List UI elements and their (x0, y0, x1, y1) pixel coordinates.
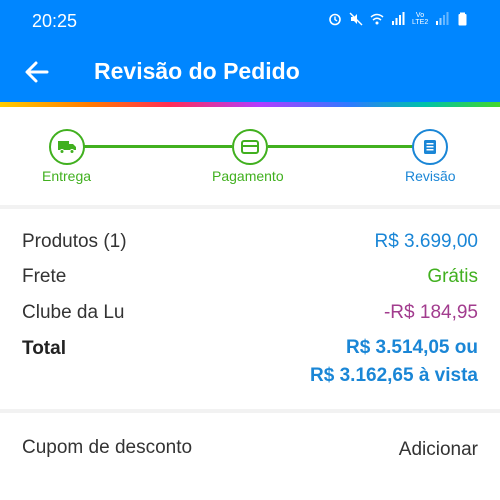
step-connector (67, 145, 232, 148)
add-coupon-button[interactable]: Adicionar (399, 439, 478, 461)
signal-weak-icon (436, 12, 449, 25)
back-arrow-icon[interactable] (22, 57, 52, 87)
step-label-entrega: Entrega (42, 168, 92, 184)
coupon-row[interactable]: Cupom de desconto Adicionar (0, 413, 500, 500)
total-value-installments: R$ 3.514,05 ou (345, 337, 478, 358)
status-time: 20:25 (32, 11, 78, 31)
network-label: Vo LTE2 (412, 12, 429, 26)
shipping-value: Grátis (427, 266, 478, 287)
step-pagamento[interactable] (232, 129, 268, 165)
truck-icon (58, 141, 76, 154)
products-value: R$ 3.699,00 (374, 231, 478, 252)
club-discount-label: Clube da Lu (22, 302, 125, 323)
total-value-cash: R$ 3.162,65 à vista (310, 365, 478, 386)
step-label-pagamento: Pagamento (212, 168, 284, 184)
status-bar: 20:25 Vo LTE2 (0, 0, 500, 42)
battery-icon (458, 12, 467, 26)
app-bar: Revisão do Pedido (0, 42, 500, 102)
step-revisao[interactable] (412, 129, 448, 165)
club-discount-value: -R$ 184,95 (383, 302, 478, 323)
step-label-revisao: Revisão (405, 168, 456, 184)
alarm-icon (329, 13, 341, 26)
shipping-label: Frete (22, 266, 67, 287)
total-value: R$ 3.514,05 ou R$ 3.162,65 à vista (310, 334, 478, 390)
mute-icon (349, 12, 363, 26)
status-icons: Vo LTE2 (328, 12, 470, 26)
card-icon (241, 140, 259, 154)
step-entrega[interactable] (49, 129, 85, 165)
order-summary: Produtos (1) R$ 3.699,00 Frete Grátis Cl… (0, 209, 500, 409)
products-label: Produtos (1) (22, 231, 127, 252)
checkout-stepper: Entrega Pagamento Revisão (0, 107, 500, 205)
signal-icon (392, 12, 405, 25)
receipt-icon (424, 140, 436, 154)
wifi-icon (370, 13, 384, 25)
step-connector (268, 145, 414, 148)
coupon-label: Cupom de desconto (22, 437, 193, 458)
page-title: Revisão do Pedido (94, 58, 300, 84)
total-label: Total (22, 338, 66, 359)
